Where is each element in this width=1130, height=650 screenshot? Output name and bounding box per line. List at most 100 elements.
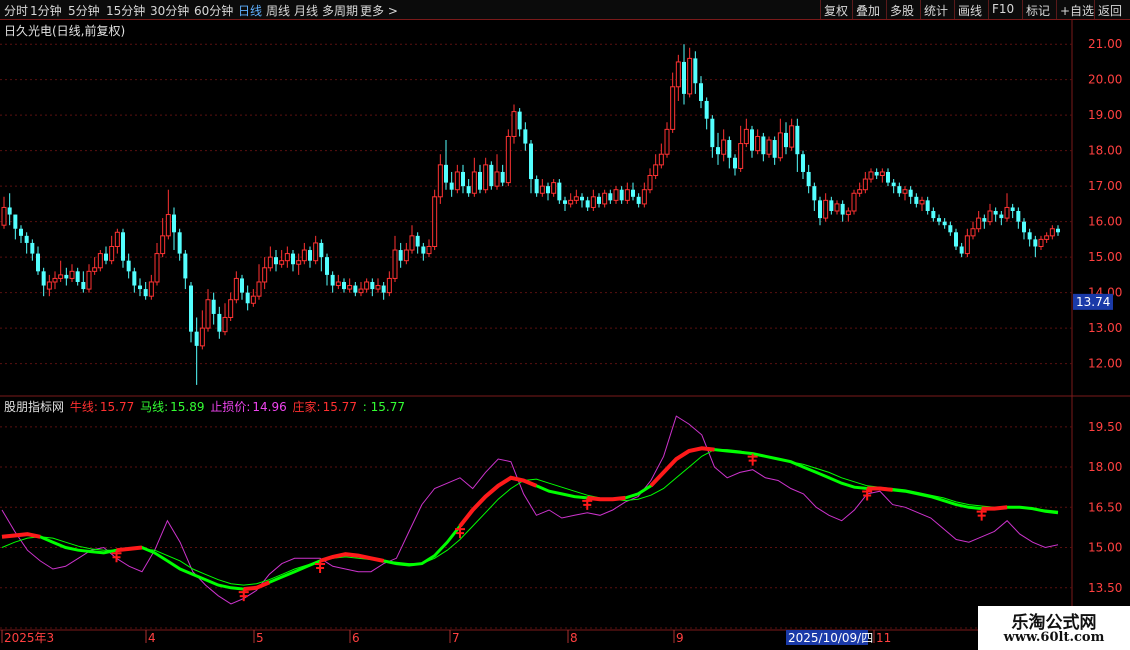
niu-line-up-segment <box>867 486 893 492</box>
candle-body-down <box>370 281 375 290</box>
candle-body-up <box>641 189 647 205</box>
candle-body-down <box>993 211 998 215</box>
candle-body-up <box>511 111 517 137</box>
candle-body-down <box>784 132 788 148</box>
candle-body-up <box>738 143 744 169</box>
candle-body-up <box>902 189 908 194</box>
candle-body-down <box>132 271 137 286</box>
candle-body-up <box>483 164 489 191</box>
price-tick-label: 13.00 <box>1088 321 1122 335</box>
niu-line-up-segment <box>458 475 538 528</box>
candle-body-down <box>942 221 947 226</box>
candle-body-down <box>704 100 709 119</box>
candle-body-down <box>75 271 80 282</box>
candle-body-down <box>772 140 777 158</box>
candle-body-down <box>948 225 953 233</box>
candle-body-up <box>228 299 234 318</box>
ma-label: 马线: <box>140 400 169 414</box>
candle-body-down <box>931 211 936 219</box>
candle-body-down <box>818 200 822 219</box>
candle-body-down <box>41 271 46 286</box>
date-tick-label: 7 <box>452 631 460 645</box>
candle-body-up <box>92 267 98 272</box>
candle-body-up <box>1049 228 1055 237</box>
candle-body-up <box>69 270 75 279</box>
date-tick-label: 2025年3 <box>4 631 54 645</box>
candle-body-up <box>262 267 268 283</box>
candle-body-up <box>1038 238 1044 247</box>
extra-value: : 15.77 <box>362 400 405 414</box>
candle-body-up <box>624 189 630 201</box>
candle-body-down <box>1056 228 1060 233</box>
stop-label: 止损价: <box>210 400 251 414</box>
candle-body-up <box>222 316 228 333</box>
candle-body-up <box>471 171 477 194</box>
candle-body-down <box>143 289 148 297</box>
candle-body-up <box>647 175 653 191</box>
candle-body-up <box>250 295 256 304</box>
watermark-url: www.60lt.com <box>1003 630 1105 645</box>
candle-body-down <box>240 278 244 293</box>
candle-body-up <box>165 214 171 237</box>
candle-body-up <box>551 182 557 194</box>
price-tick-label: 15.00 <box>1088 250 1122 264</box>
candle-body-up <box>364 281 370 290</box>
ma-line <box>1 449 1059 586</box>
candle-body-up <box>409 235 415 251</box>
candle-body-up <box>114 231 120 247</box>
candle-body-up <box>664 128 670 155</box>
price-tick-label: 16.00 <box>1088 215 1122 229</box>
date-tick-label: 8 <box>570 631 578 645</box>
candle-body-down <box>64 274 69 279</box>
candle-body-down <box>104 253 108 261</box>
candle-body-up <box>205 299 211 329</box>
candle-body-down <box>874 171 879 176</box>
candle-body-down <box>444 164 448 183</box>
price-tick-label: 18.00 <box>1088 144 1122 158</box>
candle-body-down <box>1033 239 1038 247</box>
candle-body-up <box>284 253 290 262</box>
candle-body-down <box>682 61 686 94</box>
candle-body-down <box>36 253 40 272</box>
candle-body-up <box>868 171 874 180</box>
candle-body-up <box>313 242 319 262</box>
candle-body-down <box>30 242 35 254</box>
candle-body-up <box>160 235 166 255</box>
candle-body-down <box>415 235 420 247</box>
candle-body-up <box>403 249 409 262</box>
niu-line-up-segment <box>587 495 626 502</box>
date-cursor-label: 2025/10/09/四 <box>788 631 873 645</box>
candle-body-up <box>851 192 857 212</box>
candle-body-up <box>154 253 160 283</box>
candle-body-up <box>279 260 285 265</box>
candle-body-down <box>1010 207 1015 211</box>
candle-body-down <box>274 257 278 265</box>
candle-body-down <box>806 171 811 187</box>
candle-body-up <box>437 164 443 198</box>
date-tick-label: 9 <box>676 631 684 645</box>
watermark-logo: 乐淘公式网 www.60lt.com <box>978 606 1130 650</box>
candle-body-down <box>529 143 533 180</box>
candle-body-up <box>505 135 511 184</box>
candle-body-up <box>58 274 64 279</box>
candle-body-down <box>330 274 335 286</box>
candle-body-down <box>897 186 902 194</box>
indicator-tick-label: 15.00 <box>1088 541 1122 555</box>
candle-body-down <box>523 129 528 144</box>
candle-body-up <box>97 253 103 269</box>
candle-body-down <box>557 182 562 201</box>
candle-body-up <box>335 281 341 287</box>
candle-body-up <box>976 217 982 230</box>
candle-body-down <box>891 182 896 187</box>
candle-body-down <box>631 189 635 197</box>
candle-body-up <box>494 171 500 187</box>
price-tick-label: 12.00 <box>1088 357 1122 371</box>
candle-body-up <box>347 285 353 290</box>
candlestick-chart[interactable]: 21.0020.0019.0018.0017.0016.0015.0014.00… <box>0 0 1130 650</box>
candle-body-up <box>987 210 993 223</box>
zhuang-value: 15.77 <box>322 400 357 414</box>
candle-body-up <box>919 199 925 205</box>
candle-body-down <box>1027 232 1032 240</box>
candle-body-down <box>24 235 29 243</box>
candle-body-down <box>597 196 601 204</box>
